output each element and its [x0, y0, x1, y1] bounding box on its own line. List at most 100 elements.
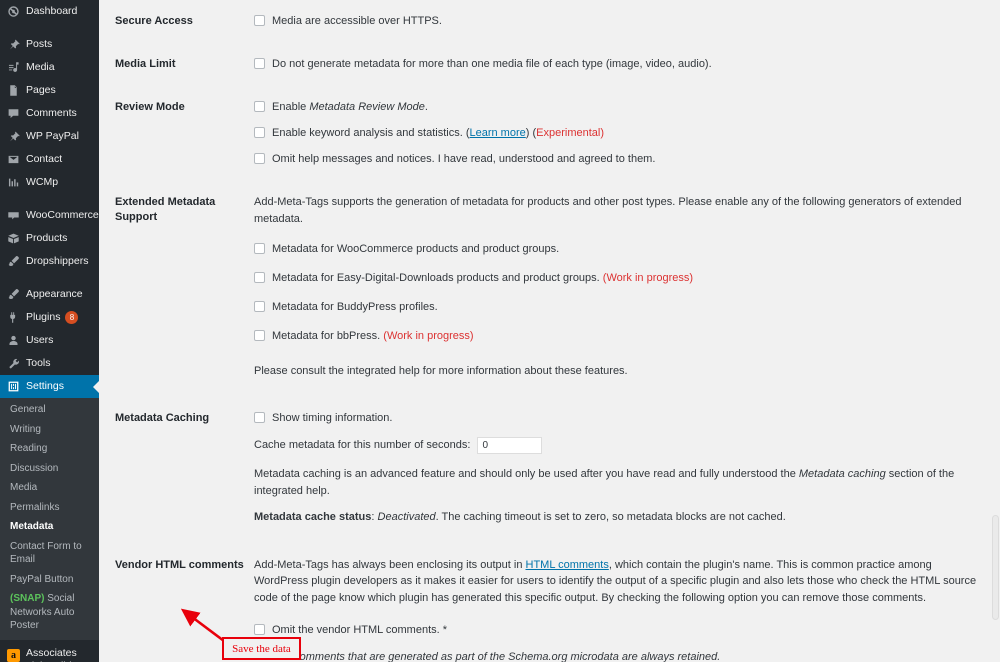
- comment-icon: [6, 106, 21, 121]
- settings-icon: [6, 379, 21, 394]
- plugins-update-badge: 8: [65, 311, 79, 324]
- checkbox-label: Do not generate metadata for more than o…: [272, 58, 712, 71]
- checkbox-buddypress-metadata[interactable]: [254, 301, 265, 313]
- sidebar-item-media[interactable]: Media: [0, 56, 99, 79]
- sidebar-item-label: Media: [26, 60, 55, 73]
- checkbox-label: Metadata for Easy-Digital-Downloads prod…: [272, 270, 693, 287]
- keyword-analysis-mid: ) (: [525, 127, 537, 140]
- sidebar-item-label: WCMp: [26, 175, 59, 188]
- submenu-item-snap-social-networks-auto-poster[interactable]: (SNAP) Social Networks Auto Poster: [0, 589, 99, 636]
- user-icon: [6, 333, 21, 348]
- checkbox-review-mode[interactable]: [254, 101, 265, 113]
- cache-seconds-label: Cache metadata for this number of second…: [254, 438, 471, 451]
- sidebar-item-users[interactable]: Users: [0, 329, 99, 352]
- page-scrollbar-track[interactable]: [991, 0, 1000, 662]
- sidebar-item-tools[interactable]: Tools: [0, 352, 99, 375]
- sidebar-item-plugins[interactable]: Plugins 8: [0, 306, 99, 329]
- checkbox-bbpress-metadata[interactable]: [254, 330, 265, 342]
- sidebar-item-woocommerce[interactable]: WooCommerce: [0, 204, 99, 227]
- checkbox-show-timing-information[interactable]: [254, 411, 265, 423]
- sidebar-item-associates-link-builder[interactable]: a Associates Link Builder: [0, 644, 99, 662]
- sidebar-item-label: Users: [26, 333, 54, 346]
- sidebar-item-products[interactable]: Products: [0, 227, 99, 250]
- html-comments-link[interactable]: HTML comments: [526, 559, 609, 571]
- label-review-mode: Review Mode: [115, 101, 185, 114]
- checkbox-omit-help-messages[interactable]: [254, 153, 265, 165]
- checkbox-woocommerce-metadata[interactable]: [254, 243, 265, 255]
- row-secure-access: Secure Access Media are accessible over …: [99, 0, 1000, 43]
- sidebar-item-label: WooCommerce: [26, 208, 99, 221]
- caching-note: Metadata caching is an advanced feature …: [254, 466, 986, 499]
- field-media-limit: Do not generate metadata for more than o…: [254, 56, 986, 73]
- checkbox-label: Show timing information.: [272, 411, 393, 424]
- amazon-icon: a: [6, 648, 21, 662]
- checkbox-omit-vendor-comments[interactable]: [254, 624, 265, 636]
- submenu-item-media[interactable]: Media: [0, 478, 99, 498]
- row-media-limit: Media Limit Do not generate metadata for…: [99, 43, 1000, 86]
- sidebar-item-pages[interactable]: Pages: [0, 79, 99, 102]
- sidebar-item-dashboard[interactable]: Dashboard: [0, 0, 99, 23]
- cache-status-label: Metadata cache status: [254, 511, 372, 524]
- submenu-item-metadata[interactable]: Metadata: [0, 517, 99, 537]
- sidebar-item-posts[interactable]: Posts: [0, 33, 99, 56]
- field-buddypress-metadata: Metadata for BuddyPress profiles.: [254, 299, 986, 316]
- checkbox-label: Metadata for BuddyPress profiles.: [272, 301, 438, 314]
- checkbox-edd-metadata[interactable]: [254, 272, 265, 284]
- checkbox-label: Media are accessible over HTTPS.: [272, 15, 442, 27]
- woocommerce-icon: [6, 208, 21, 223]
- box-icon: [6, 231, 21, 246]
- sidebar-item-label: Appearance: [26, 287, 83, 300]
- submenu-item-contact-form-to-email[interactable]: Contact Form to Email: [0, 537, 99, 570]
- page-scrollbar-thumb[interactable]: [992, 515, 999, 620]
- row-review-mode: Review Mode Enable Metadata Review Mode.…: [99, 86, 1000, 181]
- review-mode-pre: Enable: [272, 101, 310, 114]
- bbpress-text: Metadata for bbPress.: [272, 330, 384, 343]
- cache-seconds-input[interactable]: [477, 436, 543, 454]
- sidebar-item-contact[interactable]: Contact: [0, 148, 99, 171]
- field-keyword-analysis: Enable keyword analysis and statistics. …: [254, 125, 986, 142]
- sidebar-item-dropshippers[interactable]: Dropshippers: [0, 250, 99, 273]
- sidebar-item-label: Tools: [26, 356, 51, 369]
- sidebar-item-wp-paypal[interactable]: WP PayPal: [0, 125, 99, 148]
- brush-icon: [6, 287, 21, 302]
- row-vendor-html-comments: Vendor HTML comments Add-Meta-Tags has a…: [99, 539, 1000, 662]
- cache-status-rest: . The caching timeout is set to zero, so…: [435, 511, 786, 524]
- edd-text: Metadata for Easy-Digital-Downloads prod…: [272, 272, 603, 285]
- field-omit-vendor-comments: Omit the vendor HTML comments. *: [254, 622, 986, 639]
- sidebar-item-comments[interactable]: Comments: [0, 102, 99, 125]
- field-secure-access: Media are accessible over HTTPS.: [254, 13, 986, 30]
- sidebar-item-label: Dropshippers: [26, 254, 89, 267]
- learn-more-link[interactable]: Learn more: [469, 127, 525, 139]
- sidebar-item-label: Posts: [26, 37, 53, 50]
- admin-screen: Dashboard Posts Media Pages Comments WP …: [0, 0, 1000, 662]
- sidebar-item-settings[interactable]: Settings: [0, 375, 99, 398]
- sidebar-item-label: Contact: [26, 152, 63, 165]
- envelope-icon: [6, 152, 21, 167]
- sidebar-item-wcmp[interactable]: WCMp: [0, 171, 99, 194]
- row-metadata-caching: Metadata Caching Show timing information…: [99, 393, 1000, 539]
- sidebar-item-label: Pages: [26, 83, 56, 96]
- submenu-item-general[interactable]: General: [0, 400, 99, 420]
- sidebar-item-label: Plugins: [26, 310, 61, 323]
- checkbox-keyword-analysis[interactable]: [254, 127, 265, 139]
- submenu-item-permalinks[interactable]: Permalinks: [0, 498, 99, 518]
- row-extended-metadata: Extended Metadata Support Add-Meta-Tags …: [99, 181, 1000, 393]
- plug-icon: [6, 310, 21, 325]
- checkbox-media-limit[interactable]: [254, 58, 265, 70]
- media-icon: [6, 60, 21, 75]
- submenu-item-writing[interactable]: Writing: [0, 420, 99, 440]
- menu-divider: [0, 194, 99, 204]
- checkbox-label: Omit help messages and notices. I have r…: [272, 153, 656, 166]
- submenu-item-reading[interactable]: Reading: [0, 439, 99, 459]
- experimental-note: Experimental: [536, 127, 601, 140]
- settings-table: Secure Access Media are accessible over …: [99, 0, 1000, 662]
- submenu-item-paypal-button[interactable]: PayPal Button: [0, 570, 99, 590]
- cache-status: Metadata cache status: Deactivated. The …: [254, 509, 986, 526]
- sidebar-item-label: Dashboard: [26, 4, 78, 17]
- sidebar-item-label: WP PayPal: [26, 129, 79, 142]
- sidebar-item-appearance[interactable]: Appearance: [0, 283, 99, 306]
- checkbox-https-access[interactable]: [254, 15, 265, 26]
- submenu-item-discussion[interactable]: Discussion: [0, 459, 99, 479]
- caching-note-pre: Metadata caching is an advanced feature …: [254, 468, 799, 481]
- label-vendor-html-comments: Vendor HTML comments: [115, 558, 244, 571]
